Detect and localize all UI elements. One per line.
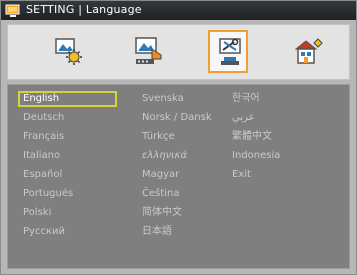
language-option-espanol[interactable]: Español — [23, 167, 62, 183]
language-option-japanese[interactable]: 日本語 — [142, 224, 172, 240]
language-option-turkce[interactable]: Türkçe — [142, 129, 175, 145]
tab-display[interactable] — [128, 31, 168, 71]
options-house-icon — [294, 38, 323, 64]
language-option-norsk-dansk[interactable]: Norsk / Dansk — [142, 110, 212, 126]
setting-tools-icon — [219, 38, 241, 65]
language-option-simplified-chinese[interactable]: 简体中文 — [142, 205, 182, 221]
language-option-polski[interactable]: Polski — [23, 205, 51, 221]
language-option-italiano[interactable]: Italiano — [23, 148, 60, 164]
language-option-english[interactable]: English — [18, 91, 117, 107]
tab-options[interactable] — [288, 31, 328, 71]
language-option-cestina[interactable]: Čeština — [142, 186, 180, 202]
window-title: SETTING | Language — [26, 3, 142, 16]
menu-tab-bar — [7, 24, 350, 80]
tab-setting[interactable] — [208, 30, 248, 73]
language-option-indonesia[interactable]: Indonesia — [232, 148, 280, 164]
tab-image[interactable] — [48, 31, 88, 71]
language-option-portugues[interactable]: Portugués — [23, 186, 73, 202]
title-bar: SETTING | Language — [1, 1, 356, 20]
exit-option[interactable]: Exit — [232, 167, 251, 183]
language-option-deutsch[interactable]: Deutsch — [23, 110, 64, 126]
settings-osd-window: SETTING | Language English Deutsch Franç… — [0, 0, 357, 275]
language-option-russian[interactable]: Русский — [23, 224, 65, 240]
language-option-traditional-chinese[interactable]: 繁體中文 — [232, 129, 272, 145]
language-option-francais[interactable]: Français — [23, 129, 64, 145]
language-option-magyar[interactable]: Magyar — [142, 167, 179, 183]
language-list-panel: English Deutsch Français Italiano Españo… — [7, 84, 350, 269]
language-option-svenska[interactable]: Svenska — [142, 91, 184, 107]
settings-menu-icon — [5, 4, 20, 17]
brightness-image-icon — [55, 38, 82, 65]
language-option-arabic[interactable]: عربي — [232, 110, 255, 126]
projector-display-icon — [135, 37, 162, 64]
language-option-korean[interactable]: 한국어 — [232, 91, 260, 107]
language-option-greek[interactable]: ελληνικά — [142, 148, 187, 164]
